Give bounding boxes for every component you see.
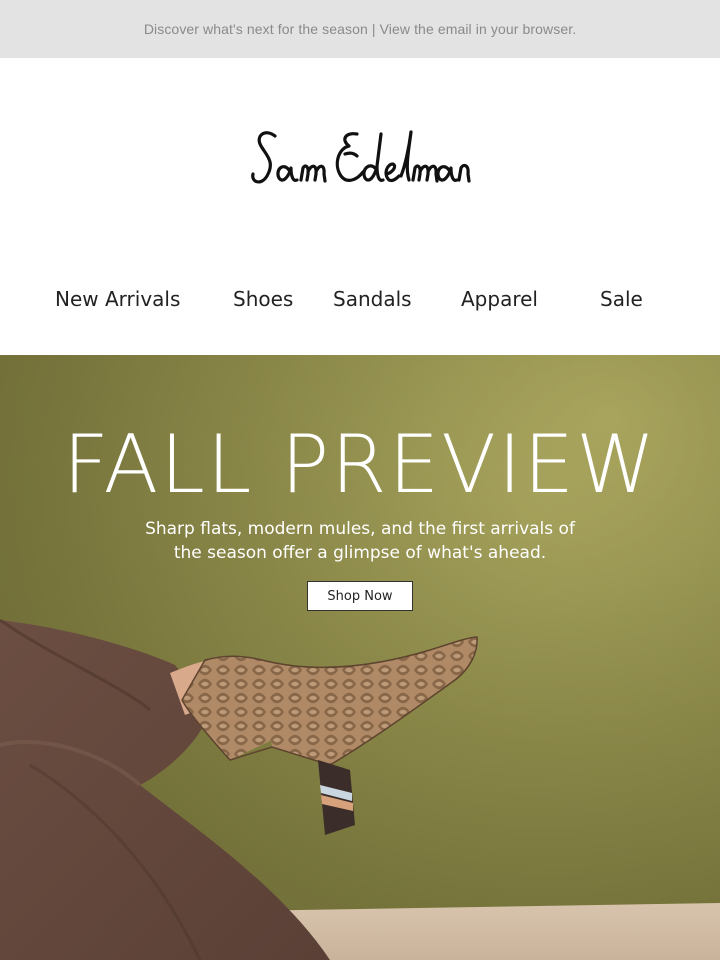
nav-apparel[interactable]: Apparel [461,280,538,318]
hero-title: FALL PREVIEW [62,418,658,511]
nav-new-arrivals[interactable]: New Arrivals [55,280,180,318]
main-nav: New Arrivals Shoes Sandals Apparel Sale [0,280,720,320]
hero-subtitle: Sharp flats, modern mules, and the first… [0,517,720,565]
hero-subtitle-line-2: the season offer a glimpse of what's ahe… [173,543,547,563]
nav-shoes[interactable]: Shoes [233,280,293,318]
sam-edelman-logo[interactable] [245,118,475,198]
hero-banner[interactable]: FALL PREVIEW Sharp flats, modern mules, … [0,355,720,960]
preheader-link[interactable]: Discover what's next for the season | Vi… [144,21,576,37]
hero-subtitle-line-1: Sharp flats, modern mules, and the first… [145,519,575,539]
shop-now-button[interactable]: Shop Now [307,581,413,611]
nav-sale[interactable]: Sale [600,280,643,318]
nav-sandals[interactable]: Sandals [333,280,412,318]
preheader-bar: Discover what's next for the season | Vi… [0,0,720,58]
